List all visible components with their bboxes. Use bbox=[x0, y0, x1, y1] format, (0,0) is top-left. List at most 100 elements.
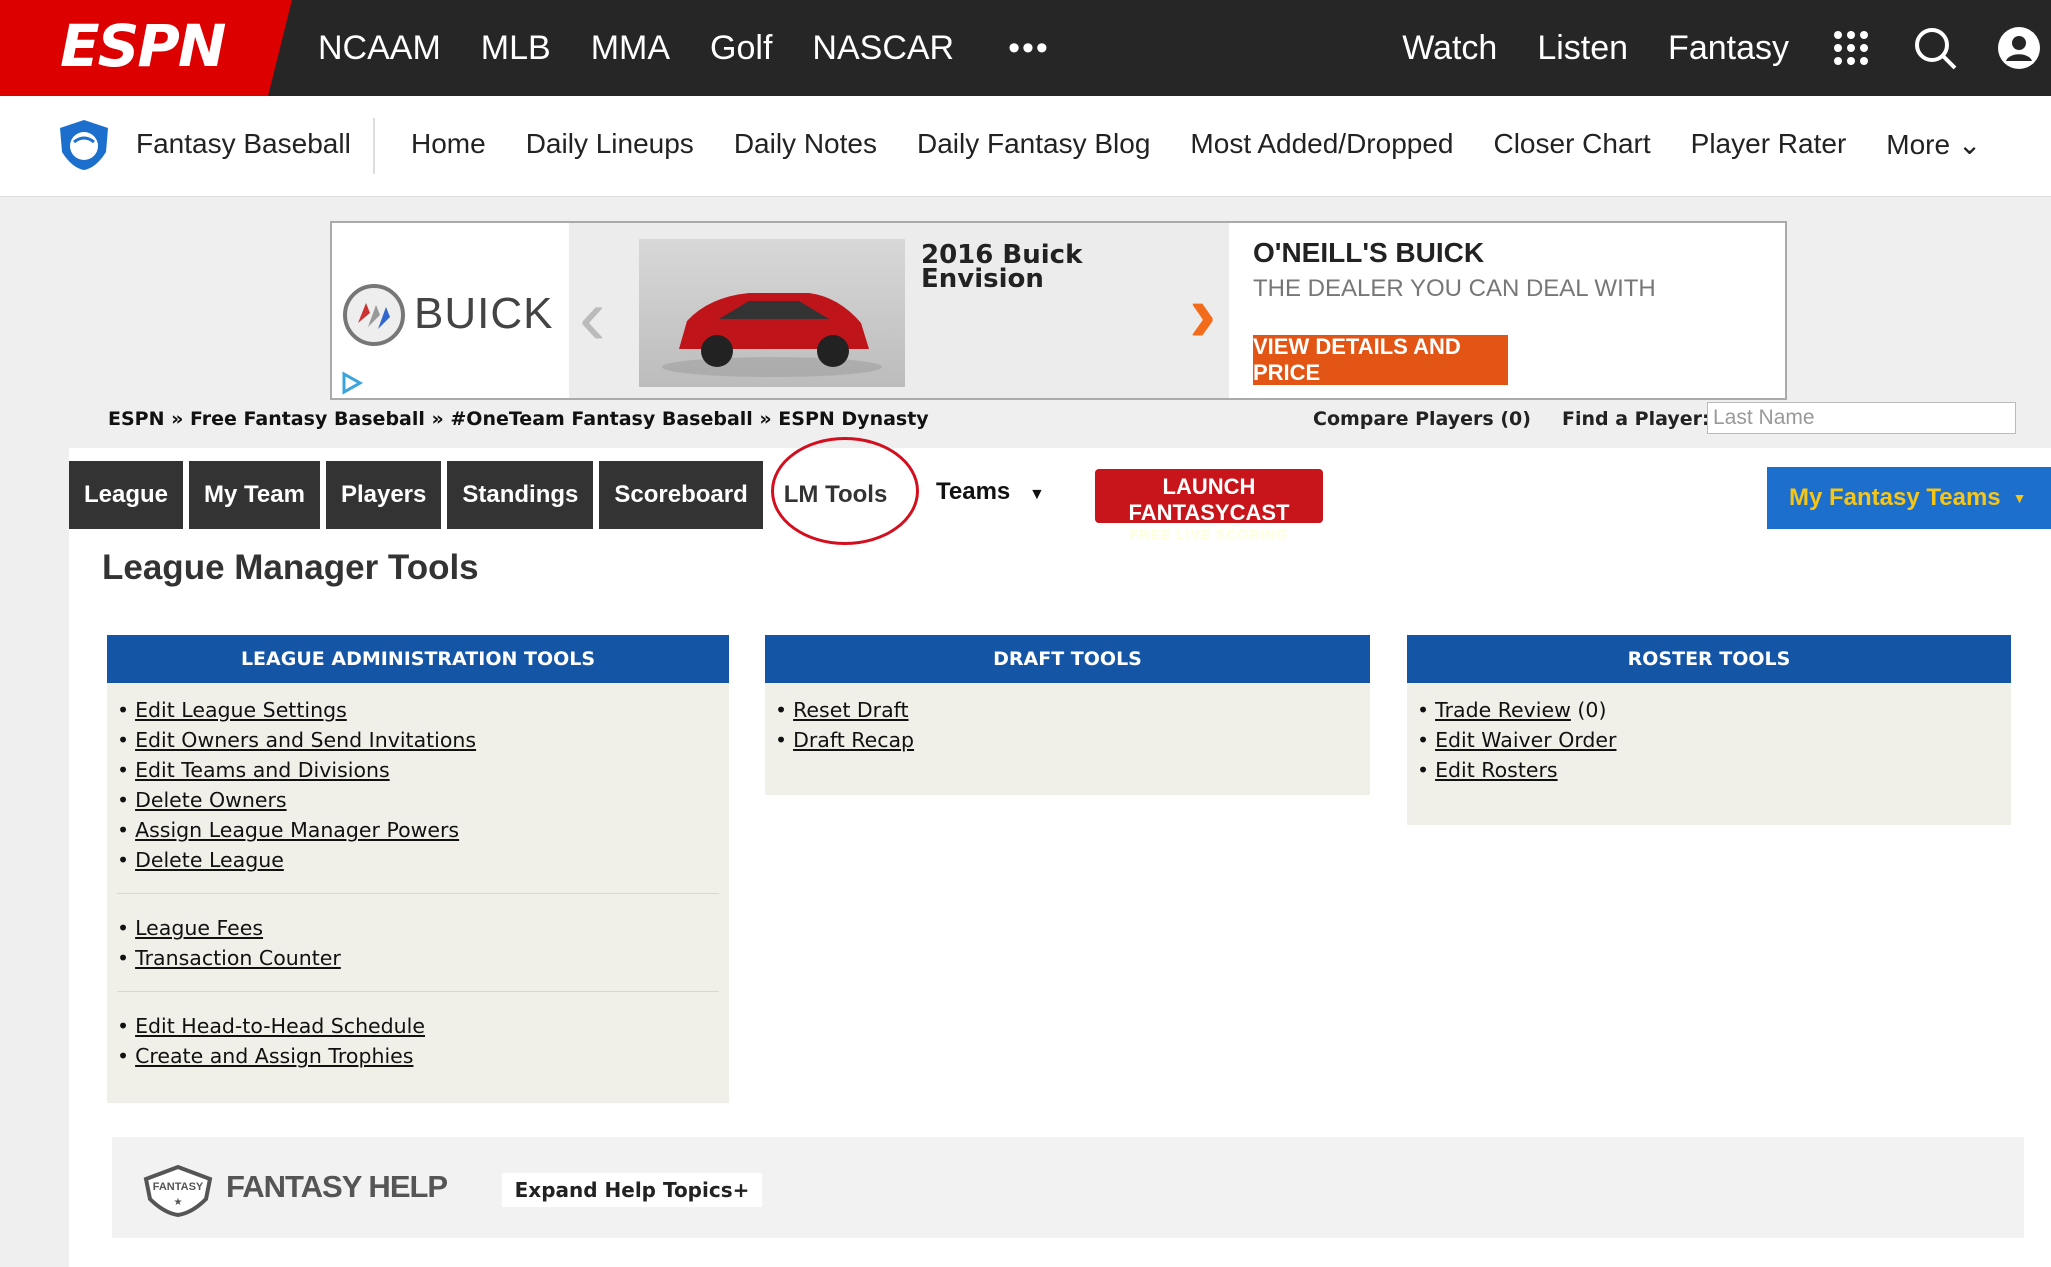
buick-emblem-icon bbox=[342, 283, 406, 352]
list-item: • Delete League bbox=[117, 848, 284, 872]
assign-lm-powers-link[interactable]: Assign League Manager Powers bbox=[135, 818, 459, 842]
apps-grid-icon[interactable] bbox=[1829, 26, 1873, 70]
breadcrumb[interactable]: ESPN » Free Fantasy Baseball » #OneTeam … bbox=[108, 408, 929, 430]
fantasy-baseball-title[interactable]: Fantasy Baseball bbox=[136, 128, 351, 160]
find-player-label: Find a Player: bbox=[1562, 408, 1710, 430]
adchoices-icon[interactable] bbox=[340, 371, 364, 400]
divider bbox=[373, 118, 375, 174]
fantasy-nav-daily-fantasy-blog[interactable]: Daily Fantasy Blog bbox=[917, 128, 1150, 161]
svg-text:★: ★ bbox=[174, 1197, 183, 1208]
divider bbox=[117, 893, 719, 894]
ad-dealer-name: O'NEILL'S BUICK bbox=[1253, 237, 1485, 268]
launch-fantasycast-button[interactable]: LAUNCH FANTASYCAST FREE LIVE SCORING bbox=[1095, 469, 1323, 542]
nav-nascar[interactable]: NASCAR bbox=[812, 29, 954, 68]
delete-league-link[interactable]: Delete League bbox=[135, 848, 284, 872]
fantasy-nav-player-rater[interactable]: Player Rater bbox=[1691, 128, 1847, 161]
tab-league[interactable]: League bbox=[69, 461, 184, 529]
fantasy-nav-closer-chart[interactable]: Closer Chart bbox=[1493, 128, 1650, 161]
edit-teams-divisions-link[interactable]: Edit Teams and Divisions bbox=[135, 758, 390, 782]
search-icon[interactable] bbox=[1913, 26, 1957, 70]
trade-review-link[interactable]: Trade Review bbox=[1435, 698, 1571, 722]
fantasy-nav-home[interactable]: Home bbox=[411, 128, 486, 161]
draft-tools-header: DRAFT TOOLS bbox=[765, 635, 1370, 683]
roster-tools-box: ROSTER TOOLS • Trade Review (0) • Edit Wai… bbox=[1407, 635, 2011, 825]
nav-watch[interactable]: Watch bbox=[1402, 29, 1497, 68]
divider bbox=[117, 991, 719, 992]
draft-tools-box: DRAFT TOOLS • Reset Draft • Draft Recap bbox=[765, 635, 1370, 795]
chevron-down-icon: ▼ bbox=[1028, 486, 1045, 503]
list-item: • Transaction Counter bbox=[117, 946, 341, 970]
edit-h2h-schedule-link[interactable]: Edit Head-to-Head Schedule bbox=[135, 1014, 425, 1038]
ad-dealer-tagline: THE DEALER YOU CAN DEAL WITH bbox=[1253, 275, 1656, 302]
list-item: • Edit Teams and Divisions bbox=[117, 758, 390, 782]
nav-golf[interactable]: Golf bbox=[710, 29, 772, 68]
list-item: • Edit Head-to-Head Schedule bbox=[117, 1014, 425, 1038]
fantasy-baseball-logo-icon[interactable] bbox=[56, 118, 112, 177]
espn-logo[interactable]: ESPN bbox=[0, 0, 295, 96]
nav-mma[interactable]: MMA bbox=[591, 29, 670, 68]
tab-players[interactable]: Players bbox=[325, 461, 442, 529]
list-item: • Create and Assign Trophies bbox=[117, 1044, 414, 1068]
delete-owners-link[interactable]: Delete Owners bbox=[135, 788, 287, 812]
highlight-circle-annotation bbox=[771, 437, 919, 545]
nav-listen[interactable]: Listen bbox=[1537, 29, 1628, 68]
tab-teams[interactable]: Teams ▼ bbox=[936, 478, 1045, 506]
find-player-input[interactable] bbox=[1707, 402, 2016, 434]
league-admin-tools-box: LEAGUE ADMINISTRATION TOOLS • Edit League… bbox=[107, 635, 729, 1103]
ad-model: 2016 Buick Envision bbox=[921, 240, 1083, 294]
nav-fantasy[interactable]: Fantasy bbox=[1668, 29, 1789, 68]
edit-league-settings-link[interactable]: Edit League Settings bbox=[135, 698, 347, 722]
list-item: • Assign League Manager Powers bbox=[117, 818, 460, 842]
compare-players-link[interactable]: Compare Players (0) bbox=[1313, 408, 1531, 430]
fantasy-help-section: FANTASY ★ FANTASY HELP Expand Help Topic… bbox=[112, 1137, 2024, 1238]
list-item: • Trade Review (0) bbox=[1417, 698, 1607, 722]
fantasy-badge-icon: FANTASY ★ bbox=[140, 1164, 216, 1222]
ad-next-icon[interactable]: › bbox=[1189, 267, 1216, 361]
expand-help-topics-button[interactable]: Expand Help Topics+ bbox=[502, 1173, 762, 1207]
svg-text:FANTASY: FANTASY bbox=[153, 1181, 204, 1193]
ad-cta-button[interactable]: VIEW DETAILS AND PRICE bbox=[1253, 334, 1508, 385]
league-admin-tools-header: LEAGUE ADMINISTRATION TOOLS bbox=[107, 635, 729, 683]
list-item: • Edit Owners and Send Invitations bbox=[117, 728, 477, 752]
fantasy-nav-daily-notes[interactable]: Daily Notes bbox=[734, 128, 877, 161]
tab-scoreboard[interactable]: Scoreboard bbox=[599, 461, 763, 529]
nav-ncaam[interactable]: NCAAM bbox=[318, 29, 441, 68]
chevron-down-icon: ▼ bbox=[2012, 490, 2027, 506]
fantasy-nav-most-added-dropped[interactable]: Most Added/Dropped bbox=[1190, 128, 1453, 161]
user-profile-icon[interactable] bbox=[1997, 26, 2041, 70]
page-title: League Manager Tools bbox=[102, 548, 479, 587]
fantasy-nav-daily-lineups[interactable]: Daily Lineups bbox=[526, 128, 694, 161]
ad-brand: BUICK bbox=[414, 289, 554, 338]
edit-waiver-order-link[interactable]: Edit Waiver Order bbox=[1435, 728, 1616, 752]
espn-top-bar: ESPN NCAAM MLB MMA Golf NASCAR ••• Watch… bbox=[0, 0, 2051, 96]
transaction-counter-link[interactable]: Transaction Counter bbox=[135, 946, 341, 970]
roster-tools-header: ROSTER TOOLS bbox=[1407, 635, 2011, 683]
ad-prev-icon[interactable]: ‹ bbox=[579, 271, 606, 363]
create-trophies-link[interactable]: Create and Assign Trophies bbox=[135, 1044, 413, 1068]
reset-draft-link[interactable]: Reset Draft bbox=[793, 698, 908, 722]
list-item: • Draft Recap bbox=[775, 728, 915, 752]
more-sports-icon[interactable]: ••• bbox=[1008, 29, 1050, 68]
fantasy-help-title: FANTASY HELP bbox=[226, 1169, 448, 1204]
fantasy-nav-more[interactable]: More ⌄ bbox=[1886, 128, 1981, 161]
tab-standings[interactable]: Standings bbox=[447, 461, 594, 529]
list-item: • Edit Rosters bbox=[1417, 758, 1558, 782]
draft-recap-link[interactable]: Draft Recap bbox=[793, 728, 914, 752]
ad-banner[interactable]: BUICK ‹ 2016 Buick Envision › O'NEILL'S … bbox=[330, 221, 1787, 400]
sport-nav: NCAAM MLB MMA Golf NASCAR ••• bbox=[318, 0, 1090, 96]
list-item: • Reset Draft bbox=[775, 698, 909, 722]
list-item: • Delete Owners bbox=[117, 788, 287, 812]
trade-review-count: (0) bbox=[1570, 698, 1607, 722]
list-item: • Edit Waiver Order bbox=[1417, 728, 1617, 752]
edit-owners-link[interactable]: Edit Owners and Send Invitations bbox=[135, 728, 476, 752]
league-fees-link[interactable]: League Fees bbox=[135, 916, 263, 940]
list-item: • League Fees bbox=[117, 916, 264, 940]
fantasy-nav: Home Daily Lineups Daily Notes Daily Fan… bbox=[411, 128, 2021, 161]
list-item: • Edit League Settings bbox=[117, 698, 347, 722]
ad-car-image bbox=[639, 239, 905, 387]
fantasy-sub-bar: Fantasy Baseball Home Daily Lineups Dail… bbox=[0, 96, 2051, 197]
my-fantasy-teams-button[interactable]: My Fantasy Teams ▼ bbox=[1767, 467, 2051, 529]
edit-rosters-link[interactable]: Edit Rosters bbox=[1435, 758, 1558, 782]
tab-my-team[interactable]: My Team bbox=[189, 461, 320, 529]
nav-mlb[interactable]: MLB bbox=[481, 29, 551, 68]
